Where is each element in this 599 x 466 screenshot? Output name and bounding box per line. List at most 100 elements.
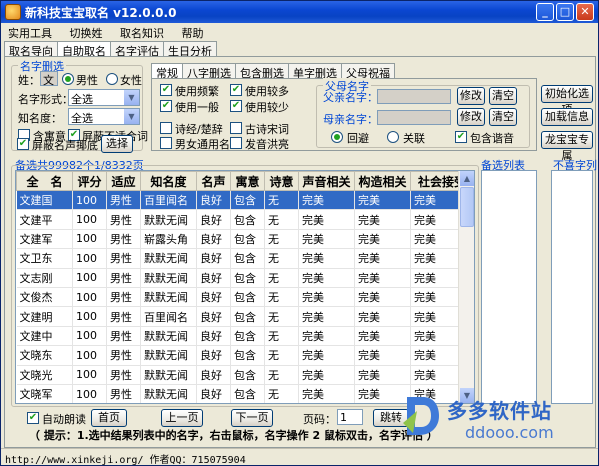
first-page-button[interactable]: 首页 xyxy=(91,409,127,427)
table-row[interactable]: 文晓光 100 男性 默默无闻 良好 包含无完美 完美 完美 xyxy=(16,365,474,385)
dragon-baby-button[interactable]: 龙宝宝专属 xyxy=(541,131,593,162)
table-row[interactable]: 文建中 100 男性 默默无闻 良好 包含无完美 完美 完美 xyxy=(16,326,474,347)
freq-checkbox[interactable]: ✔ xyxy=(160,84,172,96)
menu-help[interactable]: 帮助 xyxy=(175,23,211,43)
table-cell: 完美 xyxy=(298,190,355,211)
table-cell: 100 xyxy=(72,384,107,403)
father-name-input[interactable] xyxy=(377,89,451,104)
scroll-up-icon[interactable]: ▲ xyxy=(460,171,474,186)
table-cell: 包含 xyxy=(230,209,265,230)
page-input[interactable]: 1 xyxy=(337,409,363,425)
tab-birthday-analysis[interactable]: 生日分析 xyxy=(163,41,217,58)
col-header-gender[interactable]: 适应 xyxy=(106,171,141,191)
menu-naming-knowledge[interactable]: 取名知识 xyxy=(113,23,171,43)
col-header-structure[interactable]: 构造相关 xyxy=(354,171,411,191)
next-page-button[interactable]: 下一页 xyxy=(231,409,273,427)
father-clear-button[interactable]: 清空 xyxy=(489,87,517,105)
col-header-fame[interactable]: 知名度 xyxy=(140,171,197,191)
col-header-sound[interactable]: 声音相关 xyxy=(298,171,355,191)
table-cell: 男性 xyxy=(106,190,141,211)
related-radio[interactable] xyxy=(387,131,399,143)
backup-list[interactable] xyxy=(481,170,537,404)
load-info-button[interactable]: 加载信息 xyxy=(541,108,593,126)
col-header-fullname[interactable]: 全 名 xyxy=(16,171,73,191)
subtab-general[interactable]: 常规 xyxy=(151,63,183,80)
table-cell: 无 xyxy=(264,306,299,327)
scroll-thumb[interactable] xyxy=(460,187,474,227)
results-scrollbar[interactable]: ▲ ▼ xyxy=(458,171,474,403)
loud-checkbox[interactable] xyxy=(230,137,242,149)
subtab-include[interactable]: 包含删选 xyxy=(235,63,289,80)
fame-label: 知名度： xyxy=(18,112,62,125)
form-select[interactable]: 全选 ▼ xyxy=(68,89,140,106)
table-row[interactable]: 文卫东 100 男性 默默无闻 良好 包含无完美 完美 完美 xyxy=(16,248,474,269)
surname-input[interactable]: 文 xyxy=(40,71,58,87)
mother-edit-button[interactable]: 修改 xyxy=(457,108,485,126)
table-cell: 100 xyxy=(72,306,107,327)
table-cell: 100 xyxy=(72,190,107,211)
homophone-label: 包含谐音 xyxy=(470,132,514,145)
table-row[interactable]: 文建国 100 男性 百里闻名 良好 包含无完美 完美 完美 xyxy=(16,190,474,211)
table-cell: 无 xyxy=(264,287,299,308)
tab-name-evaluation[interactable]: 名字评估 xyxy=(110,41,164,58)
subtab-single-char[interactable]: 单字删选 xyxy=(288,63,342,80)
menu-tools[interactable]: 实用工具 xyxy=(1,23,59,43)
male-radio[interactable] xyxy=(62,73,74,85)
minimize-button[interactable]: _ xyxy=(536,3,554,21)
tab-self-naming[interactable]: 自助取名 xyxy=(57,41,111,58)
subtab-bazi[interactable]: 八字删选 xyxy=(182,63,236,80)
less-checkbox[interactable]: ✔ xyxy=(230,100,242,112)
poem-checkbox[interactable] xyxy=(160,122,172,134)
col-header-meaning[interactable]: 寓意 xyxy=(230,171,265,191)
ancient-checkbox[interactable] xyxy=(230,122,242,134)
related-label: 关联 xyxy=(403,132,425,145)
auto-read-checkbox[interactable]: ✔ xyxy=(27,412,39,424)
tab-naming-guide[interactable]: 取名导向 xyxy=(4,41,58,58)
avoid-radio[interactable] xyxy=(331,131,343,143)
unisex-checkbox[interactable] xyxy=(160,137,172,149)
dislike-list[interactable] xyxy=(551,170,593,404)
table-cell: 文晓光 xyxy=(16,365,73,385)
table-cell: 崭露头角 xyxy=(140,229,197,250)
close-button[interactable]: ✕ xyxy=(576,3,594,21)
col-header-reputation[interactable]: 名声 xyxy=(196,171,231,191)
table-row[interactable]: 文晓东 100 男性 默默无闻 良好 包含无完美 完美 完美 xyxy=(16,345,474,366)
hint-text: （ 提示：1.选中结果列表中的名字，右击鼠标，名字操作 2 鼠标双击，名字评估 … xyxy=(29,429,438,442)
mother-clear-button[interactable]: 清空 xyxy=(489,108,517,126)
table-row[interactable]: 文建平 100 男性 默默无闻 良好 包含无完美 完美 完美 xyxy=(16,209,474,230)
fame-select[interactable]: 全选 ▼ xyxy=(68,108,140,125)
table-cell: 包含 xyxy=(230,345,265,366)
subtab-parents-blessing[interactable]: 父母祝福 xyxy=(341,63,395,80)
table-cell: 男性 xyxy=(106,306,141,327)
col-header-score[interactable]: 评分 xyxy=(72,171,107,191)
homophone-checkbox[interactable]: ✔ xyxy=(455,131,467,143)
col-header-poetic[interactable]: 诗意 xyxy=(264,171,299,191)
init-options-button[interactable]: 初始化选项 xyxy=(541,85,593,116)
block-famous-label: 屏蔽名声揶底 xyxy=(32,139,98,152)
female-radio[interactable] xyxy=(106,73,118,85)
table-row[interactable]: 文建军 100 男性 崭露头角 良好 包含无完美 完美 完美 xyxy=(16,229,474,250)
normal-checkbox[interactable]: ✔ xyxy=(160,100,172,112)
father-edit-button[interactable]: 修改 xyxy=(457,87,485,105)
table-cell: 包含 xyxy=(230,306,265,327)
table-row[interactable]: 文建明 100 男性 百里闻名 良好 包含无完美 完美 完美 xyxy=(16,306,474,327)
table-cell: 包含 xyxy=(230,229,265,250)
maximize-button[interactable]: □ xyxy=(556,3,574,21)
block-famous-checkbox[interactable]: ✔ xyxy=(17,138,29,150)
menu-switch-surname[interactable]: 切换姓 xyxy=(63,23,110,43)
watermark-url: ddooo.com xyxy=(465,423,554,442)
poem-label: 诗经/楚辞 xyxy=(175,123,223,136)
mother-name-input[interactable] xyxy=(377,110,451,125)
table-cell: 包含 xyxy=(230,190,265,211)
mother-label: 母亲名字： xyxy=(323,113,378,126)
more-checkbox[interactable]: ✔ xyxy=(230,84,242,96)
normal-label: 使用一般 xyxy=(175,101,219,114)
table-row[interactable]: 文俊杰 100 男性 默默无闻 良好 包含无完美 完美 完美 xyxy=(16,287,474,308)
table-cell: 默默无闻 xyxy=(140,326,197,347)
table-row[interactable]: 文志刚 100 男性 默默无闻 良好 包含无完美 完美 完美 xyxy=(16,268,474,288)
select-button[interactable]: 选择 xyxy=(101,135,133,153)
watermark: 多多软件站 ddooo.com xyxy=(399,389,594,449)
prev-page-button[interactable]: 上一页 xyxy=(161,409,203,427)
chevron-down-icon: ▼ xyxy=(124,109,139,124)
table-cell: 良好 xyxy=(196,306,231,327)
